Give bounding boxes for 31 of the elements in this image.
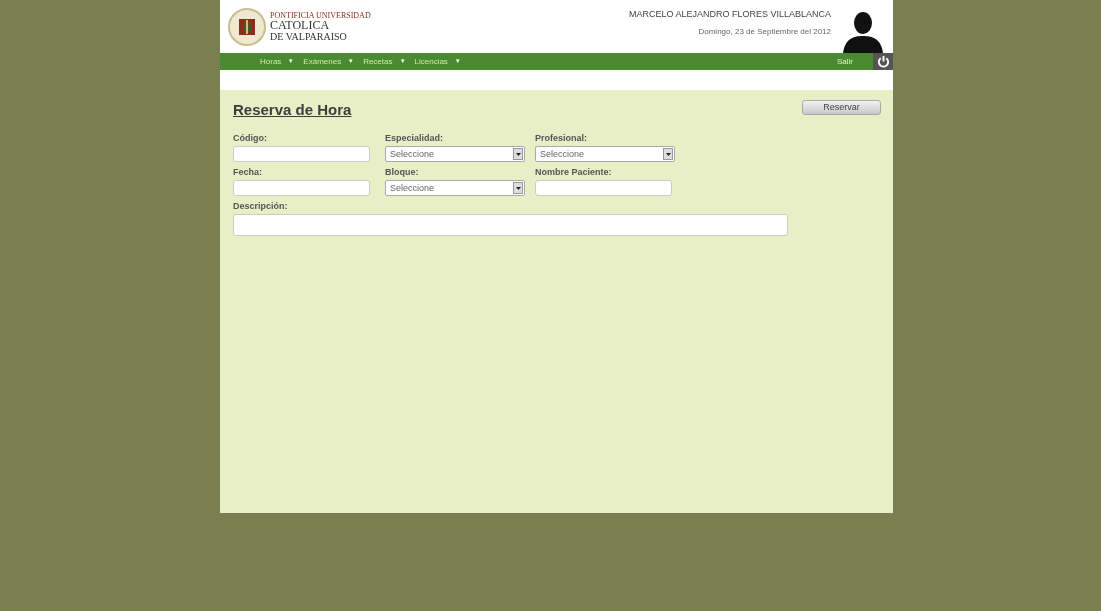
power-icon[interactable] xyxy=(873,53,893,70)
select-field[interactable]: Seleccione xyxy=(535,146,675,162)
input-field[interactable] xyxy=(233,146,370,162)
caret-icon xyxy=(513,182,523,194)
input-field[interactable] xyxy=(535,180,672,196)
logo-subtitle: DE VALPARAISO xyxy=(270,31,348,42)
logout-link[interactable]: Salir xyxy=(837,55,853,68)
user-name: MARCELO ALEJANDRO FLORES VILLABLANCA xyxy=(628,7,831,20)
user-avatar-icon xyxy=(841,9,885,53)
field-label: Código: xyxy=(233,132,268,144)
current-date: Domingo, 23 de Septiembre del 2012 xyxy=(698,25,831,38)
select-value: Seleccione xyxy=(389,182,436,195)
caret-icon xyxy=(513,148,523,160)
input-field[interactable] xyxy=(233,180,370,196)
field-label: Bloque: xyxy=(385,166,420,178)
page-title: Reserva de Hora xyxy=(233,100,352,120)
field-label: Descripción: xyxy=(233,200,289,212)
description-field[interactable] xyxy=(233,214,788,236)
logo-caption: PONTIFICIA UNIVERSIDAD xyxy=(270,11,371,20)
select-value: Seleccione xyxy=(539,148,586,161)
field-label: Especialidad: xyxy=(385,132,445,144)
field-label: Fecha: xyxy=(233,166,263,178)
select-value: Seleccione xyxy=(389,148,436,161)
reserve-button[interactable]: Reservar xyxy=(802,100,881,115)
select-field[interactable]: Seleccione xyxy=(385,180,525,196)
logo-title: CATOLICA xyxy=(270,20,331,31)
crest-icon xyxy=(228,7,266,46)
select-field[interactable]: Seleccione xyxy=(385,146,525,162)
field-label: Profesional: xyxy=(535,132,588,144)
caret-icon xyxy=(663,148,673,160)
field-label: Nombre Paciente: xyxy=(535,166,613,178)
